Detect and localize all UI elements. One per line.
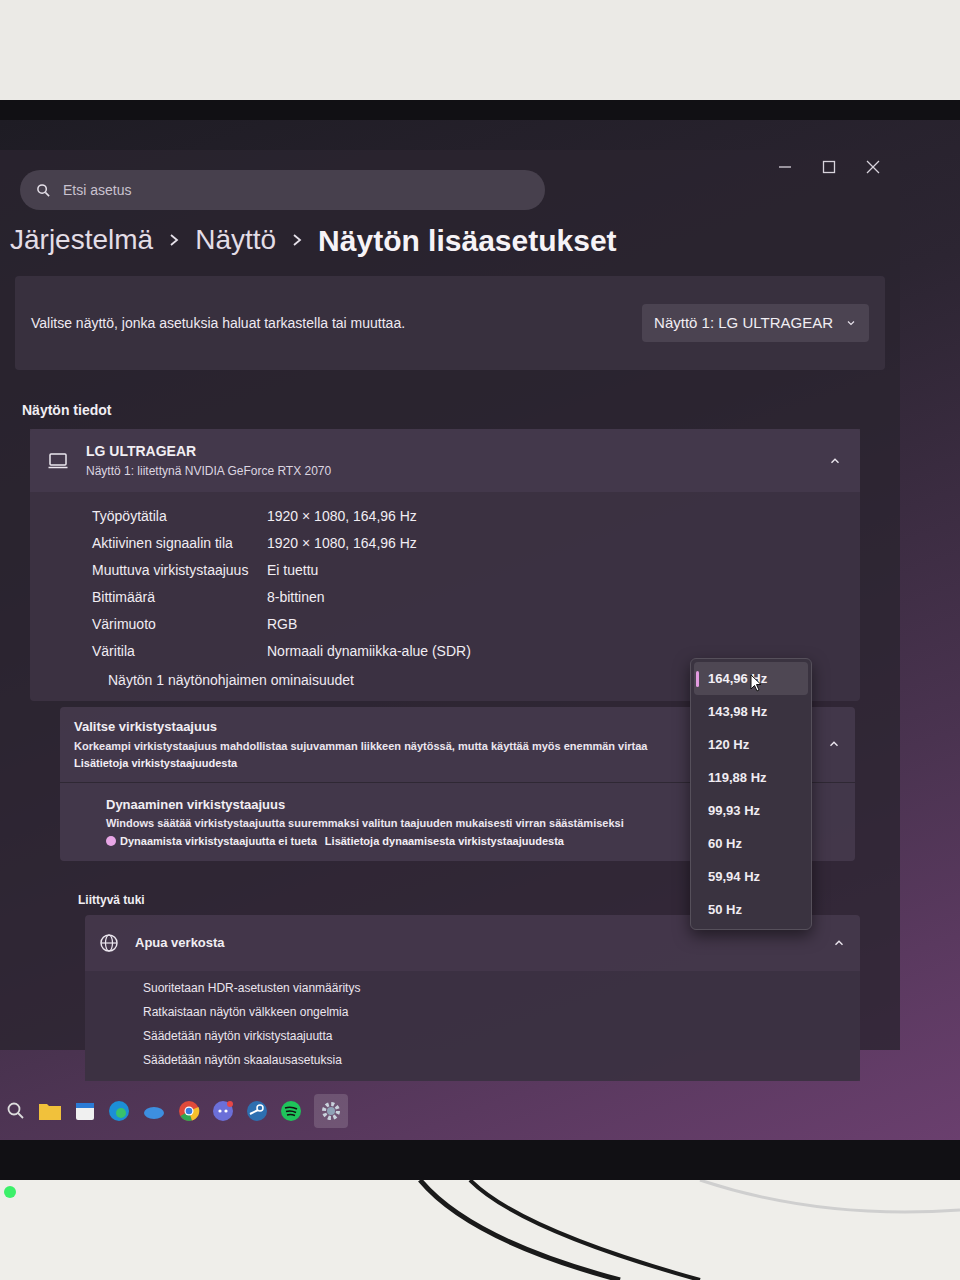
help-link[interactable]: Säädetään näytön skaalausasetuksia xyxy=(143,1051,860,1069)
search-icon[interactable] xyxy=(6,1101,26,1121)
refresh-rate-option[interactable]: 60 Hz xyxy=(694,827,808,860)
gear-icon xyxy=(320,1100,342,1122)
info-value: RGB xyxy=(267,614,860,635)
globe-icon xyxy=(99,933,119,953)
screen: Järjestelmä Näyttö Näytön lisäasetukset Va… xyxy=(0,120,960,1140)
refresh-rate-option[interactable]: 119,88 Hz xyxy=(694,761,808,794)
help-card-title: Apua verkosta xyxy=(135,933,225,953)
help-link[interactable]: Säädetään näytön virkistystaajuutta xyxy=(143,1027,860,1045)
discord-icon[interactable] xyxy=(212,1100,234,1122)
info-label: Muuttuva virkistystaajuus xyxy=(92,560,267,581)
display-subtitle: Näyttö 1: liitettynä NVIDIA GeForce RTX … xyxy=(86,462,331,480)
monitor-icon xyxy=(48,452,68,470)
help-link[interactable]: Suoritetaan HDR-asetusten vianmääritys xyxy=(143,979,860,997)
dynamic-refresh-link[interactable]: Lisätietoja dynaamisesta virkistystaajuu… xyxy=(325,833,564,850)
breadcrumb-item[interactable]: Järjestelmä xyxy=(10,219,153,261)
info-value: 8-bittinen xyxy=(267,587,860,608)
chrome-icon[interactable] xyxy=(178,1100,200,1122)
breadcrumb-item: Näytön lisäasetukset xyxy=(318,218,616,263)
chevron-up-icon[interactable] xyxy=(827,737,841,751)
mouse-pointer-icon xyxy=(750,674,762,692)
refresh-rate-title: Valitse virkistystaajuus xyxy=(74,717,647,737)
option-label: 50 Hz xyxy=(708,900,742,920)
search-icon xyxy=(36,183,51,198)
refresh-rate-link[interactable]: Lisätietoja virkistystaajuudesta xyxy=(74,755,647,772)
chevron-right-icon xyxy=(167,232,181,248)
info-value: Ei tuettu xyxy=(267,560,860,581)
info-label: Työpöytätila xyxy=(92,506,267,527)
refresh-rate-description: Korkeampi virkistystaajuus mahdollistaa … xyxy=(74,738,647,755)
refresh-rate-option[interactable]: 59,94 Hz xyxy=(694,860,808,893)
spotify-icon[interactable] xyxy=(280,1100,302,1122)
refresh-rate-option[interactable]: 143,98 Hz xyxy=(694,695,808,728)
option-label: 120 Hz xyxy=(708,735,749,755)
monitor: Järjestelmä Näyttö Näytön lisäasetukset Va… xyxy=(0,100,960,1180)
refresh-rate-option[interactable]: 50 Hz xyxy=(694,893,808,926)
search-box[interactable] xyxy=(20,170,545,210)
chevron-up-icon[interactable] xyxy=(828,454,842,468)
display-select[interactable]: Näyttö 1: LG ULTRAGEAR xyxy=(642,304,869,343)
chevron-down-icon xyxy=(845,317,857,329)
close-icon[interactable] xyxy=(866,160,880,174)
refresh-rate-option[interactable]: 120 Hz xyxy=(694,728,808,761)
display-name: LG ULTRAGEAR xyxy=(86,441,331,462)
section-heading: Näytön tiedot xyxy=(0,400,900,421)
help-link[interactable]: Ratkaistaan näytön välkkeen ongelmia xyxy=(143,1003,860,1021)
edge-icon[interactable] xyxy=(108,1100,130,1122)
file-explorer-icon[interactable] xyxy=(38,1100,62,1122)
info-label: Aktiivinen signaalin tila xyxy=(92,533,267,554)
info-value: 1920 × 1080, 164,96 Hz xyxy=(267,533,860,554)
option-label: 60 Hz xyxy=(708,834,742,854)
display-picker-card: Valitse näyttö, jonka asetuksia haluat t… xyxy=(15,276,885,370)
display-info-rows: Työpöytätila1920 × 1080, 164,96 HzAktiiv… xyxy=(30,492,860,662)
wall xyxy=(0,0,960,100)
minimize-icon[interactable] xyxy=(778,160,792,174)
option-label: 119,88 Hz xyxy=(708,768,767,788)
help-card: Apua verkosta Suoritetaan HDR-asetusten … xyxy=(85,915,860,1081)
option-label: 99,93 Hz xyxy=(708,801,760,821)
refresh-rate-menu: 164,96 Hz 143,98 Hz 120 Hz 119,88 Hz 99,93 H… xyxy=(690,658,812,930)
info-value: 1920 × 1080, 164,96 Hz xyxy=(267,506,860,527)
search-input[interactable] xyxy=(63,180,529,201)
info-label: Värimuoto xyxy=(92,614,267,635)
option-label: 164,96 Hz xyxy=(708,669,767,689)
info-dot-icon xyxy=(106,836,116,846)
display-picker-label: Valitse näyttö, jonka asetuksia haluat t… xyxy=(31,313,405,334)
refresh-rate-option[interactable]: 164,96 Hz xyxy=(694,662,808,695)
taskbar xyxy=(0,1086,960,1136)
cables-icon xyxy=(0,1180,960,1280)
steam-icon[interactable] xyxy=(246,1100,268,1122)
dynamic-refresh-warning: Dynaamista virkistystaajuutta ei tueta xyxy=(120,833,317,850)
settings-taskbar-button[interactable] xyxy=(314,1094,348,1128)
refresh-rate-option[interactable]: 99,93 Hz xyxy=(694,794,808,827)
calendar-icon[interactable] xyxy=(74,1100,96,1122)
desk xyxy=(0,1180,960,1280)
display-select-value: Näyttö 1: LG ULTRAGEAR xyxy=(654,312,833,335)
info-label: Väritila xyxy=(92,641,267,662)
display-info-header[interactable]: LG ULTRAGEAR Näyttö 1: liitettynä NVIDIA… xyxy=(30,429,860,492)
chevron-up-icon[interactable] xyxy=(832,936,846,950)
breadcrumb: Järjestelmä Näyttö Näytön lisäasetukset xyxy=(0,218,900,262)
info-label: Bittimäärä xyxy=(92,587,267,608)
onedrive-icon[interactable] xyxy=(142,1100,166,1122)
selection-indicator xyxy=(696,671,699,687)
chevron-right-icon xyxy=(290,232,304,248)
option-label: 143,98 Hz xyxy=(708,702,767,722)
option-label: 59,94 Hz xyxy=(708,867,760,887)
maximize-icon[interactable] xyxy=(822,160,836,174)
breadcrumb-item[interactable]: Näyttö xyxy=(195,219,276,261)
help-links: Suoritetaan HDR-asetusten vianmääritys Ra… xyxy=(85,971,860,1081)
